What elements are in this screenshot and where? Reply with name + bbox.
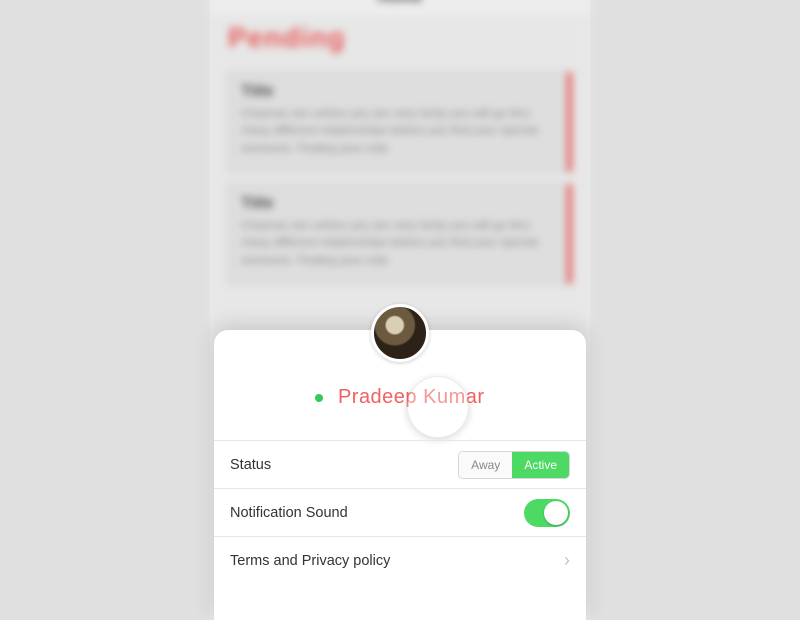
card-body: Chances are unless you are very lucky yo…: [241, 217, 555, 269]
status-option-active[interactable]: Active: [512, 452, 569, 478]
chevron-right-icon: ›: [564, 550, 570, 571]
row-label: Status: [230, 457, 458, 473]
notification-sound-toggle[interactable]: [524, 499, 570, 527]
avatar[interactable]: [371, 304, 429, 362]
nav-title: Home: [210, 0, 590, 16]
card-title: Title: [241, 195, 555, 213]
row-status: Status Away Active: [214, 440, 586, 488]
row-terms-privacy[interactable]: Terms and Privacy policy ›: [214, 536, 586, 584]
pending-card: Title Chances are unless you are very lu…: [228, 72, 572, 172]
row-notification-sound: Notification Sound: [214, 488, 586, 536]
status-segmented-control[interactable]: Away Active: [458, 451, 570, 479]
row-label: Terms and Privacy policy: [230, 553, 564, 569]
section-heading: Pending: [228, 22, 345, 54]
pending-card: Title Chances are unless you are very lu…: [228, 184, 572, 284]
profile-bottom-sheet[interactable]: Pradeep Kumar Status Away Active Notific…: [214, 330, 586, 620]
card-body: Chances are unless you are very lucky yo…: [241, 105, 555, 157]
card-title: Title: [241, 83, 555, 101]
presence-dot-icon: [315, 394, 323, 402]
user-name-row: Pradeep Kumar: [214, 386, 586, 409]
status-option-away[interactable]: Away: [459, 452, 512, 478]
user-name: Pradeep Kumar: [338, 386, 485, 409]
phone-frame: Home Pending Title Chances are unless yo…: [210, 0, 590, 620]
row-label: Notification Sound: [230, 505, 524, 521]
